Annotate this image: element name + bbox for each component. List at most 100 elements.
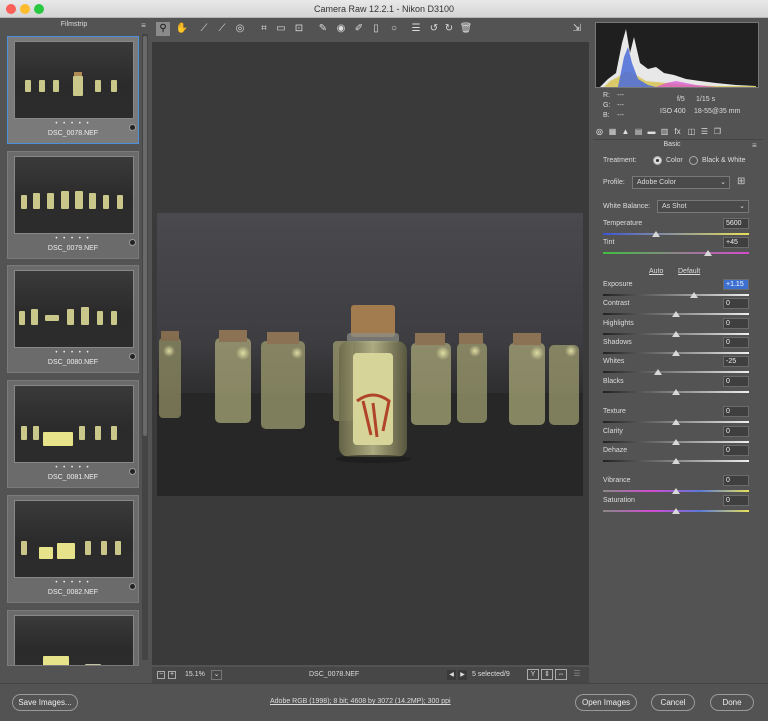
slider-value-field[interactable]: 5600 bbox=[723, 218, 749, 229]
slider-handle[interactable] bbox=[672, 389, 680, 395]
filmstrip-item[interactable]: • • • • • DSC_0078.NEF bbox=[7, 36, 139, 144]
slider-handle[interactable] bbox=[672, 311, 680, 317]
copy-settings-icon[interactable]: ⇔ bbox=[555, 669, 567, 680]
color-sampler-icon[interactable]: ⟋ bbox=[215, 22, 229, 36]
zoom-icon[interactable]: ⚲ bbox=[156, 22, 170, 36]
slider-value-field[interactable]: +1.15 bbox=[723, 279, 749, 290]
slider-track[interactable] bbox=[603, 294, 749, 296]
slider-track[interactable] bbox=[603, 371, 749, 373]
slider-handle[interactable] bbox=[672, 488, 680, 494]
zoom-out-button[interactable]: − bbox=[157, 671, 165, 679]
detail-tab-icon[interactable]: ▲ bbox=[620, 126, 631, 137]
done-button[interactable]: Done bbox=[710, 694, 754, 711]
slider-handle[interactable] bbox=[672, 508, 680, 514]
slider-handle[interactable] bbox=[653, 369, 662, 375]
slider-value-field[interactable]: 0 bbox=[723, 298, 749, 309]
slider-track[interactable] bbox=[603, 252, 749, 254]
slider-value-field[interactable]: 0 bbox=[723, 337, 749, 348]
slider-value-field[interactable]: 0 bbox=[723, 406, 749, 417]
slider-handle[interactable] bbox=[672, 331, 680, 337]
hsl-tab-icon[interactable]: ▤ bbox=[633, 126, 644, 137]
rating-stars[interactable]: • • • • • bbox=[8, 350, 138, 356]
rotate-cw-icon[interactable]: ↻ bbox=[442, 22, 456, 36]
transform-icon[interactable]: ⊡ bbox=[292, 22, 306, 36]
slider-track[interactable] bbox=[603, 233, 749, 235]
profile-select[interactable]: Adobe Color ⌄ bbox=[632, 176, 730, 189]
trash-icon[interactable]: 🗑 bbox=[459, 22, 473, 36]
rating-stars[interactable]: • • • • • bbox=[8, 465, 138, 471]
rating-stars[interactable]: • • • • • bbox=[8, 236, 138, 242]
tone-curve-tab-icon[interactable]: ▦ bbox=[607, 126, 618, 137]
cancel-button[interactable]: Cancel bbox=[651, 694, 695, 711]
minimize-window-button[interactable] bbox=[20, 4, 30, 14]
slider-handle[interactable] bbox=[672, 419, 680, 425]
lens-corrections-tab-icon[interactable]: ▥ bbox=[659, 126, 670, 137]
slider-value-field[interactable]: 0 bbox=[723, 445, 749, 456]
toggle-view-icon[interactable]: ☰ bbox=[571, 669, 583, 680]
preferences-icon[interactable]: ☰ bbox=[409, 22, 423, 36]
thumbnail-image bbox=[14, 41, 134, 119]
zoom-in-button[interactable]: + bbox=[168, 671, 176, 679]
effects-tab-icon[interactable]: fx bbox=[672, 126, 683, 137]
slider-handle[interactable] bbox=[704, 250, 713, 256]
white-balance-icon[interactable]: ⟋ bbox=[197, 22, 211, 36]
filmstrip-item[interactable]: • • • • • DSC_0080.NEF bbox=[7, 265, 139, 373]
slider-handle[interactable] bbox=[672, 458, 680, 464]
white-balance-select[interactable]: As Shot ⌄ bbox=[657, 200, 749, 213]
filmstrip-menu-icon[interactable]: ≡ bbox=[139, 21, 148, 30]
slider-handle[interactable] bbox=[651, 231, 660, 237]
slider-value-field[interactable]: -25 bbox=[723, 356, 749, 367]
slider-value-field[interactable]: 0 bbox=[723, 318, 749, 329]
slider-handle[interactable] bbox=[672, 350, 680, 356]
crop-icon[interactable]: ⌗ bbox=[257, 22, 271, 36]
treatment-bw-radio[interactable] bbox=[689, 156, 698, 165]
auto-link[interactable]: Auto bbox=[649, 268, 663, 275]
slider-value-field[interactable]: 0 bbox=[723, 495, 749, 506]
slider-value-field[interactable]: 0 bbox=[723, 426, 749, 437]
swap-settings-icon[interactable]: ⇕ bbox=[541, 669, 553, 680]
rating-stars[interactable]: • • • • • bbox=[8, 121, 138, 127]
profile-browser-icon[interactable]: ⊞ bbox=[737, 176, 749, 188]
rotate-ccw-icon[interactable]: ↺ bbox=[427, 22, 441, 36]
treatment-color-radio[interactable] bbox=[653, 156, 662, 165]
filmstrip-item[interactable] bbox=[7, 610, 139, 666]
zoom-window-button[interactable] bbox=[34, 4, 44, 14]
snapshots-tab-icon[interactable]: ❐ bbox=[712, 126, 723, 137]
target-adjust-icon[interactable]: ◎ bbox=[233, 22, 247, 36]
next-image-icon[interactable]: ▶ bbox=[458, 670, 467, 680]
slider-handle[interactable] bbox=[689, 292, 698, 298]
default-link[interactable]: Default bbox=[678, 268, 700, 275]
full-screen-icon[interactable]: ⇲ bbox=[570, 22, 584, 36]
split-toning-tab-icon[interactable]: ▬ bbox=[646, 126, 657, 137]
filmstrip-scroll-thumb[interactable] bbox=[143, 36, 147, 436]
rating-stars[interactable]: • • • • • bbox=[8, 580, 138, 586]
filmstrip-item[interactable]: • • • • • DSC_0081.NEF bbox=[7, 380, 139, 488]
readout-r-value: --- bbox=[617, 92, 624, 99]
straighten-icon[interactable]: ▭ bbox=[274, 22, 288, 36]
hand-icon[interactable]: ✋ bbox=[175, 22, 189, 36]
previous-image-icon[interactable]: ◀ bbox=[447, 670, 456, 680]
presets-tab-icon[interactable]: ☰ bbox=[699, 126, 710, 137]
radial-filter-icon[interactable]: ○ bbox=[387, 22, 401, 36]
red-eye-icon[interactable]: ◉ bbox=[334, 22, 348, 36]
workflow-options-link[interactable]: Adobe RGB (1998); 8 bit; 4608 by 3072 (1… bbox=[270, 698, 451, 705]
zoom-dropdown-chevron-icon[interactable]: ⌄ bbox=[211, 670, 222, 680]
iso-value: ISO 400 bbox=[660, 108, 686, 115]
slider-handle[interactable] bbox=[672, 439, 680, 445]
slider-value-field[interactable]: +45 bbox=[723, 237, 749, 248]
slider-label: Texture bbox=[603, 408, 626, 415]
spot-removal-icon[interactable]: ✎ bbox=[316, 22, 330, 36]
slider-value-field[interactable]: 0 bbox=[723, 475, 749, 486]
slider-value-field[interactable]: 0 bbox=[723, 376, 749, 387]
filmstrip-item[interactable]: • • • • • DSC_0082.NEF bbox=[7, 495, 139, 603]
panel-menu-icon[interactable]: ≡ bbox=[752, 141, 757, 150]
graduated-filter-icon[interactable]: ▯ bbox=[369, 22, 383, 36]
adjustment-brush-icon[interactable]: ✐ bbox=[352, 22, 366, 36]
calibration-tab-icon[interactable]: ◫ bbox=[686, 126, 697, 137]
filmstrip-item[interactable]: • • • • • DSC_0079.NEF bbox=[7, 151, 139, 259]
close-window-button[interactable] bbox=[6, 4, 16, 14]
open-images-button[interactable]: Open Images bbox=[575, 694, 637, 711]
save-images-button[interactable]: Save Images... bbox=[12, 694, 78, 711]
before-after-y-icon[interactable]: Y bbox=[527, 669, 539, 680]
basic-tab-icon[interactable]: ◎ bbox=[594, 126, 605, 137]
